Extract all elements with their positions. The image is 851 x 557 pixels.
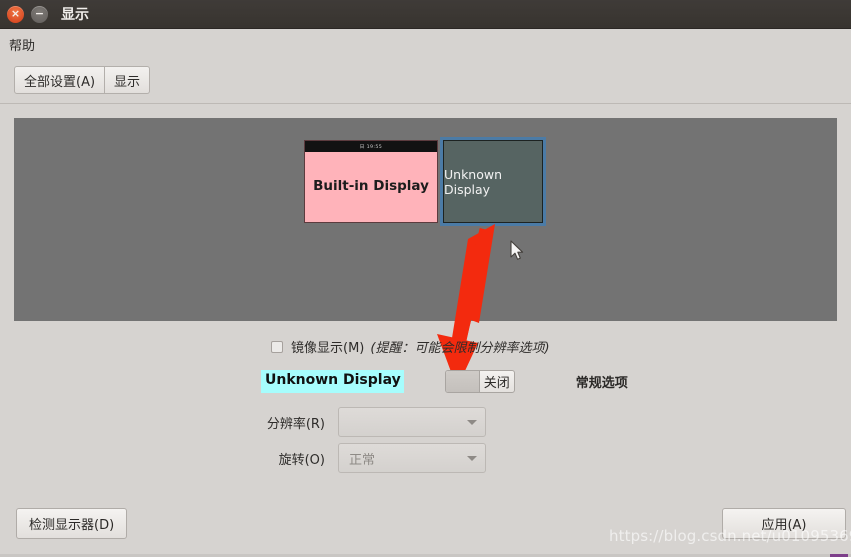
- apply-button[interactable]: 应用(A): [722, 508, 846, 539]
- rotation-row: 旋转(O) 正常: [258, 443, 486, 473]
- menu-bar: 帮助: [0, 29, 851, 59]
- header-divider: [0, 103, 851, 104]
- monitor-unknown-label: Unknown Display: [444, 166, 503, 197]
- rotation-value: 正常: [349, 452, 376, 468]
- resolution-row: 分辨率(R): [258, 407, 486, 437]
- title-bar: × − 显示: [0, 0, 851, 29]
- mirror-displays-row: 镜像显示(M) (提醒：可能会限制分辨率选项): [271, 337, 550, 356]
- tab-all-settings[interactable]: 全部设置(A): [14, 66, 106, 94]
- display-power-toggle[interactable]: 关闭: [444, 370, 515, 393]
- chevron-down-icon: [467, 455, 477, 461]
- tab-displays[interactable]: 显示: [105, 66, 151, 94]
- close-button[interactable]: ×: [7, 5, 24, 23]
- selected-display-name: Unknown Display: [261, 370, 404, 393]
- panel-clock-label: 日 19:55: [359, 144, 383, 150]
- selected-display-row: Unknown Display 关闭 常规选项: [261, 370, 628, 393]
- monitor-arrangement-stage[interactable]: 日 19:55 Built-in Display Unknown Display: [14, 118, 837, 321]
- close-icon: ×: [10, 7, 21, 20]
- breadcrumb: 全部设置(A) 显示: [14, 66, 151, 94]
- resolution-label: 分辨率(R): [266, 416, 325, 432]
- detect-displays-button[interactable]: 检测显示器(D): [16, 508, 128, 539]
- chevron-down-icon: [467, 419, 477, 425]
- mirror-displays-hint: (提醒：可能会限制分辨率选项): [370, 341, 550, 356]
- monitor-unknown-display[interactable]: Unknown Display: [440, 137, 546, 226]
- display-settings-window: × − 显示 帮助 全部设置(A) 显示 日 19:55 Built-in Di…: [0, 0, 851, 557]
- monitor-top-panel: 日 19:55: [305, 141, 437, 152]
- resolution-select[interactable]: [338, 407, 486, 437]
- menu-item-help[interactable]: 帮助: [0, 33, 43, 56]
- toggle-state-label: 关闭: [483, 376, 510, 391]
- monitor-builtin-display[interactable]: 日 19:55 Built-in Display: [304, 140, 438, 223]
- toggle-knob: [445, 371, 480, 392]
- monitor-unknown-surface: Unknown Display: [443, 140, 543, 223]
- monitor-builtin-label: Built-in Display: [313, 178, 429, 194]
- general-options-label: 常规选项: [575, 376, 628, 391]
- rotation-label: 旋转(O): [278, 452, 325, 468]
- minimize-icon: −: [34, 7, 45, 20]
- mirror-displays-checkbox[interactable]: [271, 340, 283, 353]
- minimize-button[interactable]: −: [31, 5, 48, 23]
- window-title: 显示: [61, 7, 89, 23]
- rotation-select[interactable]: 正常: [338, 443, 486, 473]
- mirror-displays-label: 镜像显示(M): [291, 341, 365, 356]
